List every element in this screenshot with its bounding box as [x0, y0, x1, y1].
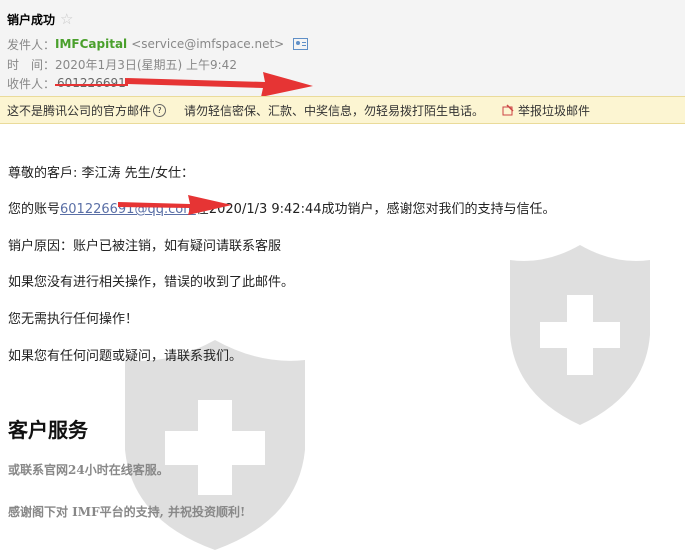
sender-email: <service@imfspace.net>	[131, 37, 285, 51]
warning-bar: 这不是腾讯公司的官方邮件 ? 请勿轻信密保、汇款、中奖信息，勿轻易拨打陌生电话。…	[0, 96, 685, 124]
to-row: 收件人： 601226691	[7, 74, 128, 92]
contact-line: 如果您有任何问题或疑问，请联系我们。	[8, 349, 243, 364]
subject-row: 销户成功 ☆	[7, 10, 73, 28]
misreceived-line: 如果您没有进行相关操作，错误的收到了此邮件。	[8, 275, 295, 290]
red-arrow-body	[118, 195, 232, 215]
time-label: 时 间：	[7, 57, 56, 72]
help-icon[interactable]: ?	[153, 103, 167, 117]
customer-service-heading: 客户服务	[8, 418, 88, 442]
no-action-line: 您无需执行任何操作！	[8, 312, 139, 327]
report-icon	[502, 104, 514, 116]
email-header: 销户成功 ☆ 发件人： IMFCapital <service@imfspace…	[0, 0, 685, 96]
account-line-suffix: 在2020/1/3 9:42:44成功销户，感谢您对我们的支持与信任。	[195, 202, 556, 217]
sender-name[interactable]: IMFCapital	[55, 37, 127, 51]
support-line: 或联系官网24小时在线客服。	[8, 463, 169, 477]
email-body: 尊敬的客戶: 李江涛 先生/女仕： 您的账号601226691@qq.com在2…	[0, 124, 685, 555]
from-row: 发件人： IMFCapital <service@imfspace.net>	[7, 35, 309, 53]
report-spam-link[interactable]: 举报垃圾邮件	[502, 102, 590, 119]
contact-card-icon[interactable]	[293, 38, 309, 50]
to-label: 收件人：	[7, 76, 56, 91]
star-icon[interactable]: ☆	[60, 11, 73, 27]
red-arrow-header	[125, 72, 313, 97]
reason-line: 销户原因：账户已被注销，如有疑问请联系客服	[8, 239, 282, 254]
from-label: 发件人：	[7, 37, 56, 52]
warning-notice: 请勿轻信密保、汇款、中奖信息，勿轻易拨打陌生电话。	[184, 103, 485, 118]
account-line-prefix: 您的账号	[8, 202, 61, 217]
recipient-value[interactable]: 601226691	[55, 76, 128, 90]
thanks-line: 感谢阁下对 IMF平台的支持, 并祝投资顺利!	[8, 505, 246, 519]
warning-text: 这不是腾讯公司的官方邮件	[7, 103, 152, 118]
greeting: 尊敬的客戶: 李江涛 先生/女仕：	[8, 166, 195, 181]
account-line: 您的账号601226691@qq.com在2020/1/3 9:42:44成功销…	[8, 198, 556, 217]
email-subject: 销户成功	[7, 12, 56, 27]
report-label[interactable]: 举报垃圾邮件	[518, 102, 590, 119]
